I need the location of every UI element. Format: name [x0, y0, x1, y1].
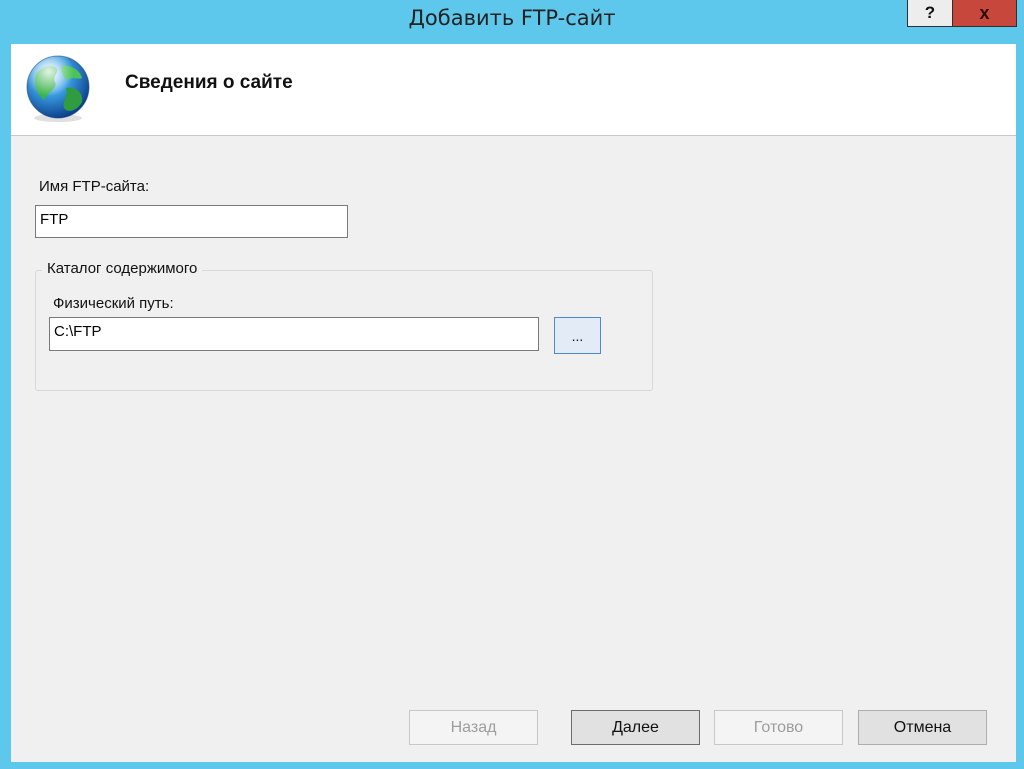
cancel-button[interactable]: Отмена: [858, 710, 987, 745]
browse-button[interactable]: ...: [554, 317, 601, 354]
site-name-input[interactable]: FTP: [35, 205, 348, 238]
dialog-client-area: Сведения о сайте Имя FTP-сайта: FTP Ката…: [11, 44, 1016, 762]
physical-path-input[interactable]: C:\FTP: [49, 317, 539, 351]
cancel-button-label: Отмена: [893, 718, 952, 736]
page-title: Сведения о сайте: [125, 72, 293, 93]
help-button[interactable]: ?: [907, 0, 953, 27]
help-icon: ?: [924, 3, 936, 22]
close-button[interactable]: x: [953, 0, 1017, 27]
finish-button[interactable]: Готово: [714, 710, 843, 745]
content-directory-label: Каталог содержимого: [42, 260, 203, 277]
site-name-label: Имя FTP-сайта:: [39, 178, 150, 195]
back-button[interactable]: Назад: [409, 710, 538, 745]
dialog-window: Добавить FTP-сайт ? x Сведения о сайте И…: [0, 0, 1024, 769]
physical-path-label: Физический путь:: [53, 295, 174, 312]
next-button-label: Далее: [612, 718, 659, 736]
window-title: Добавить FTP-сайт: [408, 6, 616, 30]
close-icon: x: [979, 2, 990, 23]
finish-button-label: Готово: [753, 718, 804, 736]
back-button-label: Назад: [450, 718, 497, 736]
next-button[interactable]: Далее: [571, 710, 700, 745]
browse-button-label: ...: [571, 327, 584, 344]
globe-icon: [26, 55, 90, 122]
wizard-header: Сведения о сайте: [11, 44, 1016, 136]
title-bar[interactable]: Добавить FTP-сайт ? x: [0, 0, 1024, 38]
